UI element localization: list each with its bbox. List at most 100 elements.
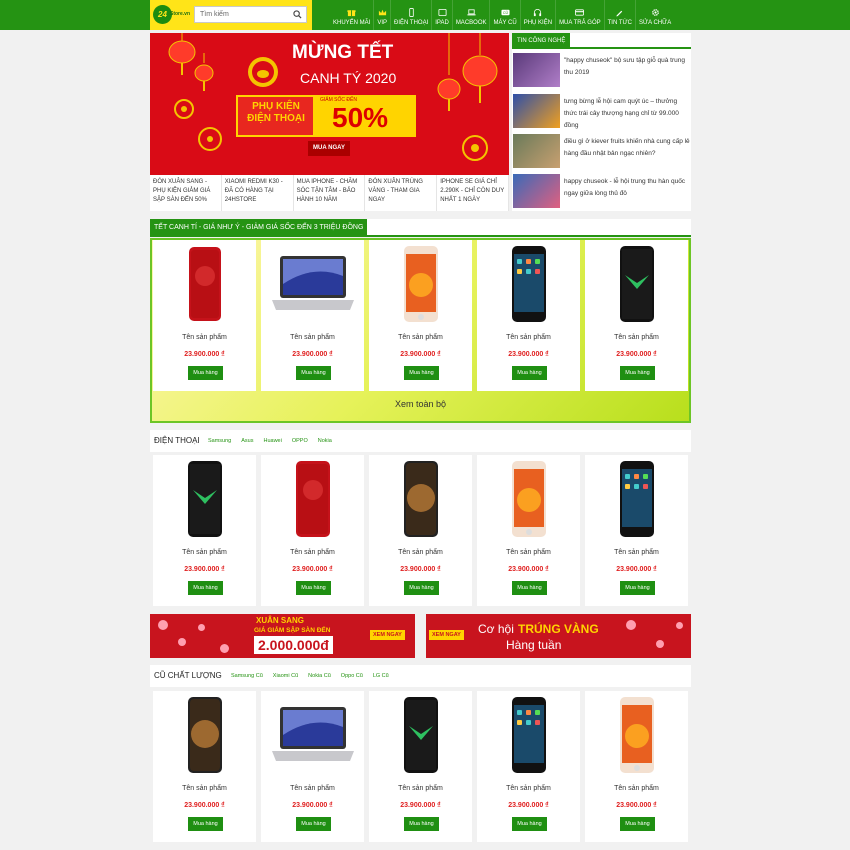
buy-button[interactable]: Mua hàng	[512, 581, 547, 595]
product-name[interactable]: Tên sản phẩm	[261, 549, 364, 556]
buy-button[interactable]: Mua hàng	[620, 366, 655, 380]
product-name[interactable]: Tên sản phẩm	[477, 785, 580, 792]
promo-banner-left[interactable]: XUÂN SANG GIÁ GIẢM SẬP SÀN ĐẾN 2.000.000…	[150, 614, 415, 658]
product-card[interactable]: Tên sản phẩm 23.900.000 ₫ Mua hàng	[585, 240, 688, 391]
see-all-link[interactable]: Xem toàn bộ	[150, 399, 691, 409]
product-image[interactable]	[261, 242, 364, 326]
nav-used[interactable]: CŨ Máy cũ	[489, 0, 519, 30]
product-image[interactable]	[585, 693, 688, 777]
product-name[interactable]: Tên sản phẩm	[477, 549, 580, 556]
product-card[interactable]: Tên sản phẩm 23.900.000 ₫ Mua hàng	[585, 455, 688, 606]
product-card[interactable]: Tên sản phẩm 23.900.000 ₫ Mua hàng	[585, 691, 688, 842]
product-image[interactable]	[261, 693, 364, 777]
product-name[interactable]: Tên sản phẩm	[153, 785, 256, 792]
product-card[interactable]: Tên sản phẩm 23.900.000 ₫ Mua hàng	[261, 240, 364, 391]
buy-button[interactable]: Mua hàng	[404, 817, 439, 831]
search-input[interactable]: Tìm kiếm	[194, 6, 307, 23]
brand-tag[interactable]: Samsung	[208, 438, 231, 444]
news-thumbnail[interactable]	[513, 53, 560, 87]
news-title[interactable]: tưng bừng lễ hội cam quýt úc – thưởng th…	[564, 96, 690, 132]
product-image[interactable]	[153, 242, 256, 326]
buy-button[interactable]: Mua hàng	[512, 817, 547, 831]
nav-repair[interactable]: Sửa chữa	[635, 0, 674, 30]
product-name[interactable]: Tên sản phẩm	[477, 334, 580, 341]
product-image[interactable]	[477, 457, 580, 541]
buy-button[interactable]: Mua hàng	[188, 581, 223, 595]
nav-news[interactable]: Tin tức	[603, 0, 635, 30]
hero-news-item[interactable]: Đón xuân sang - phụ kiện giảm giá sập sà…	[150, 175, 222, 211]
product-name[interactable]: Tên sản phẩm	[369, 334, 472, 341]
brand-tag[interactable]: Nokia	[318, 438, 332, 444]
brand-tag[interactable]: Samsung Cũ	[231, 673, 263, 679]
brand-tag[interactable]: Asus	[241, 438, 253, 444]
product-image[interactable]	[477, 693, 580, 777]
promo-banner-right[interactable]: XEM NGAY Cơ hội TRÚNG VÀNG Hàng tuần	[426, 614, 691, 658]
nav-accessories[interactable]: Phụ kiện	[519, 0, 555, 30]
news-item[interactable]: "happy chuseok" bộ sưu tập giỗ quà trung…	[513, 53, 689, 87]
product-name[interactable]: Tên sản phẩm	[585, 785, 688, 792]
nav-promotions[interactable]: Khuyến mãi	[330, 0, 373, 30]
product-card[interactable]: Tên sản phẩm 23.900.000 ₫ Mua hàng	[261, 691, 364, 842]
hero-news-item[interactable]: Xiaomi Redmi K30 - đã có hàng tại 24hSto…	[222, 175, 294, 211]
nav-ipad[interactable]: iPad	[431, 0, 452, 30]
product-card[interactable]: Tên sản phẩm 23.900.000 ₫ Mua hàng	[369, 240, 472, 391]
brand-tag[interactable]: Oppo Cũ	[341, 673, 363, 679]
product-card[interactable]: Tên sản phẩm 23.900.000 ₫ Mua hàng	[153, 691, 256, 842]
product-image[interactable]	[369, 242, 472, 326]
product-card[interactable]: Tên sản phẩm 23.900.000 ₫ Mua hàng	[477, 455, 580, 606]
product-card[interactable]: Tên sản phẩm 23.900.000 ₫ Mua hàng	[477, 691, 580, 842]
brand-tag[interactable]: Nokia Cũ	[308, 673, 331, 679]
buy-button[interactable]: Mua hàng	[188, 817, 223, 831]
news-thumbnail[interactable]	[513, 134, 560, 168]
brand-tag[interactable]: Xiaomi Cũ	[273, 673, 298, 679]
site-logo[interactable]: 24 Store.vn	[153, 5, 191, 24]
hero-buy-button[interactable]: MUA NGAY	[308, 141, 350, 156]
buy-button[interactable]: Mua hàng	[296, 817, 331, 831]
phones-section-title[interactable]: ĐIỆN THOẠI	[154, 436, 200, 445]
news-thumbnail[interactable]	[513, 94, 560, 128]
news-item[interactable]: điều gì ở kiever fruits khiến nhà cung c…	[513, 134, 690, 168]
buy-button[interactable]: Mua hàng	[620, 581, 655, 595]
news-thumbnail[interactable]	[513, 174, 560, 208]
buy-button[interactable]: Mua hàng	[620, 817, 655, 831]
search-icon[interactable]	[293, 10, 302, 19]
product-card[interactable]: Tên sản phẩm 23.900.000 ₫ Mua hàng	[369, 691, 472, 842]
news-item[interactable]: happy chuseok - lễ hội trung thu hàn quố…	[513, 174, 689, 208]
buy-button[interactable]: Mua hàng	[296, 581, 331, 595]
product-card[interactable]: Tên sản phẩm 23.900.000 ₫ Mua hàng	[369, 455, 472, 606]
hero-news-item[interactable]: Đón xuân trúng vàng - Tham gia ngay	[365, 175, 438, 211]
product-image[interactable]	[369, 457, 472, 541]
product-card[interactable]: Tên sản phẩm 23.900.000 ₫ Mua hàng	[261, 455, 364, 606]
product-name[interactable]: Tên sản phẩm	[153, 334, 256, 341]
product-name[interactable]: Tên sản phẩm	[261, 785, 364, 792]
product-name[interactable]: Tên sản phẩm	[585, 334, 688, 341]
product-name[interactable]: Tên sản phẩm	[369, 549, 472, 556]
product-image[interactable]	[477, 242, 580, 326]
product-name[interactable]: Tên sản phẩm	[261, 334, 364, 341]
brand-tag[interactable]: Huawei	[263, 438, 281, 444]
hero-banner[interactable]: MỪNG TẾT CANH TÝ 2020 PHỤ KIỆN ĐIỆN THOẠ…	[150, 33, 509, 175]
product-name[interactable]: Tên sản phẩm	[153, 549, 256, 556]
news-title[interactable]: "happy chuseok" bộ sưu tập giỗ quà trung…	[564, 55, 690, 79]
nav-phones[interactable]: Điện thoại	[390, 0, 431, 30]
nav-macbook[interactable]: Macbook	[451, 0, 490, 30]
product-card[interactable]: Tên sản phẩm 23.900.000 ₫ Mua hàng	[153, 455, 256, 606]
product-image[interactable]	[585, 242, 688, 326]
nav-vip[interactable]: VIP	[373, 0, 390, 30]
brand-tag[interactable]: OPPO	[292, 438, 308, 444]
product-image[interactable]	[153, 457, 256, 541]
news-title[interactable]: điều gì ở kiever fruits khiến nhà cung c…	[564, 136, 690, 160]
product-card[interactable]: Tên sản phẩm 23.900.000 ₫ Mua hàng	[153, 240, 256, 391]
hero-news-item[interactable]: iPhone SE giá chỉ 2.290k - Chỉ còn duy n…	[437, 175, 509, 211]
buy-button[interactable]: Mua hàng	[296, 366, 331, 380]
product-image[interactable]	[261, 457, 364, 541]
product-image[interactable]	[153, 693, 256, 777]
nav-installment[interactable]: Mua trả góp	[555, 0, 604, 30]
used-section-title[interactable]: CŨ CHẤT LƯỢNG	[154, 671, 222, 680]
news-title[interactable]: happy chuseok - lễ hội trung thu hàn quố…	[564, 176, 690, 200]
hero-news-item[interactable]: Mua iPhone - Chăm sóc tận tâm - Bảo hành…	[294, 175, 366, 211]
brand-tag[interactable]: LG Cũ	[373, 673, 389, 679]
product-name[interactable]: Tên sản phẩm	[585, 549, 688, 556]
buy-button[interactable]: Mua hàng	[404, 581, 439, 595]
product-card[interactable]: Tên sản phẩm 23.900.000 ₫ Mua hàng	[477, 240, 580, 391]
